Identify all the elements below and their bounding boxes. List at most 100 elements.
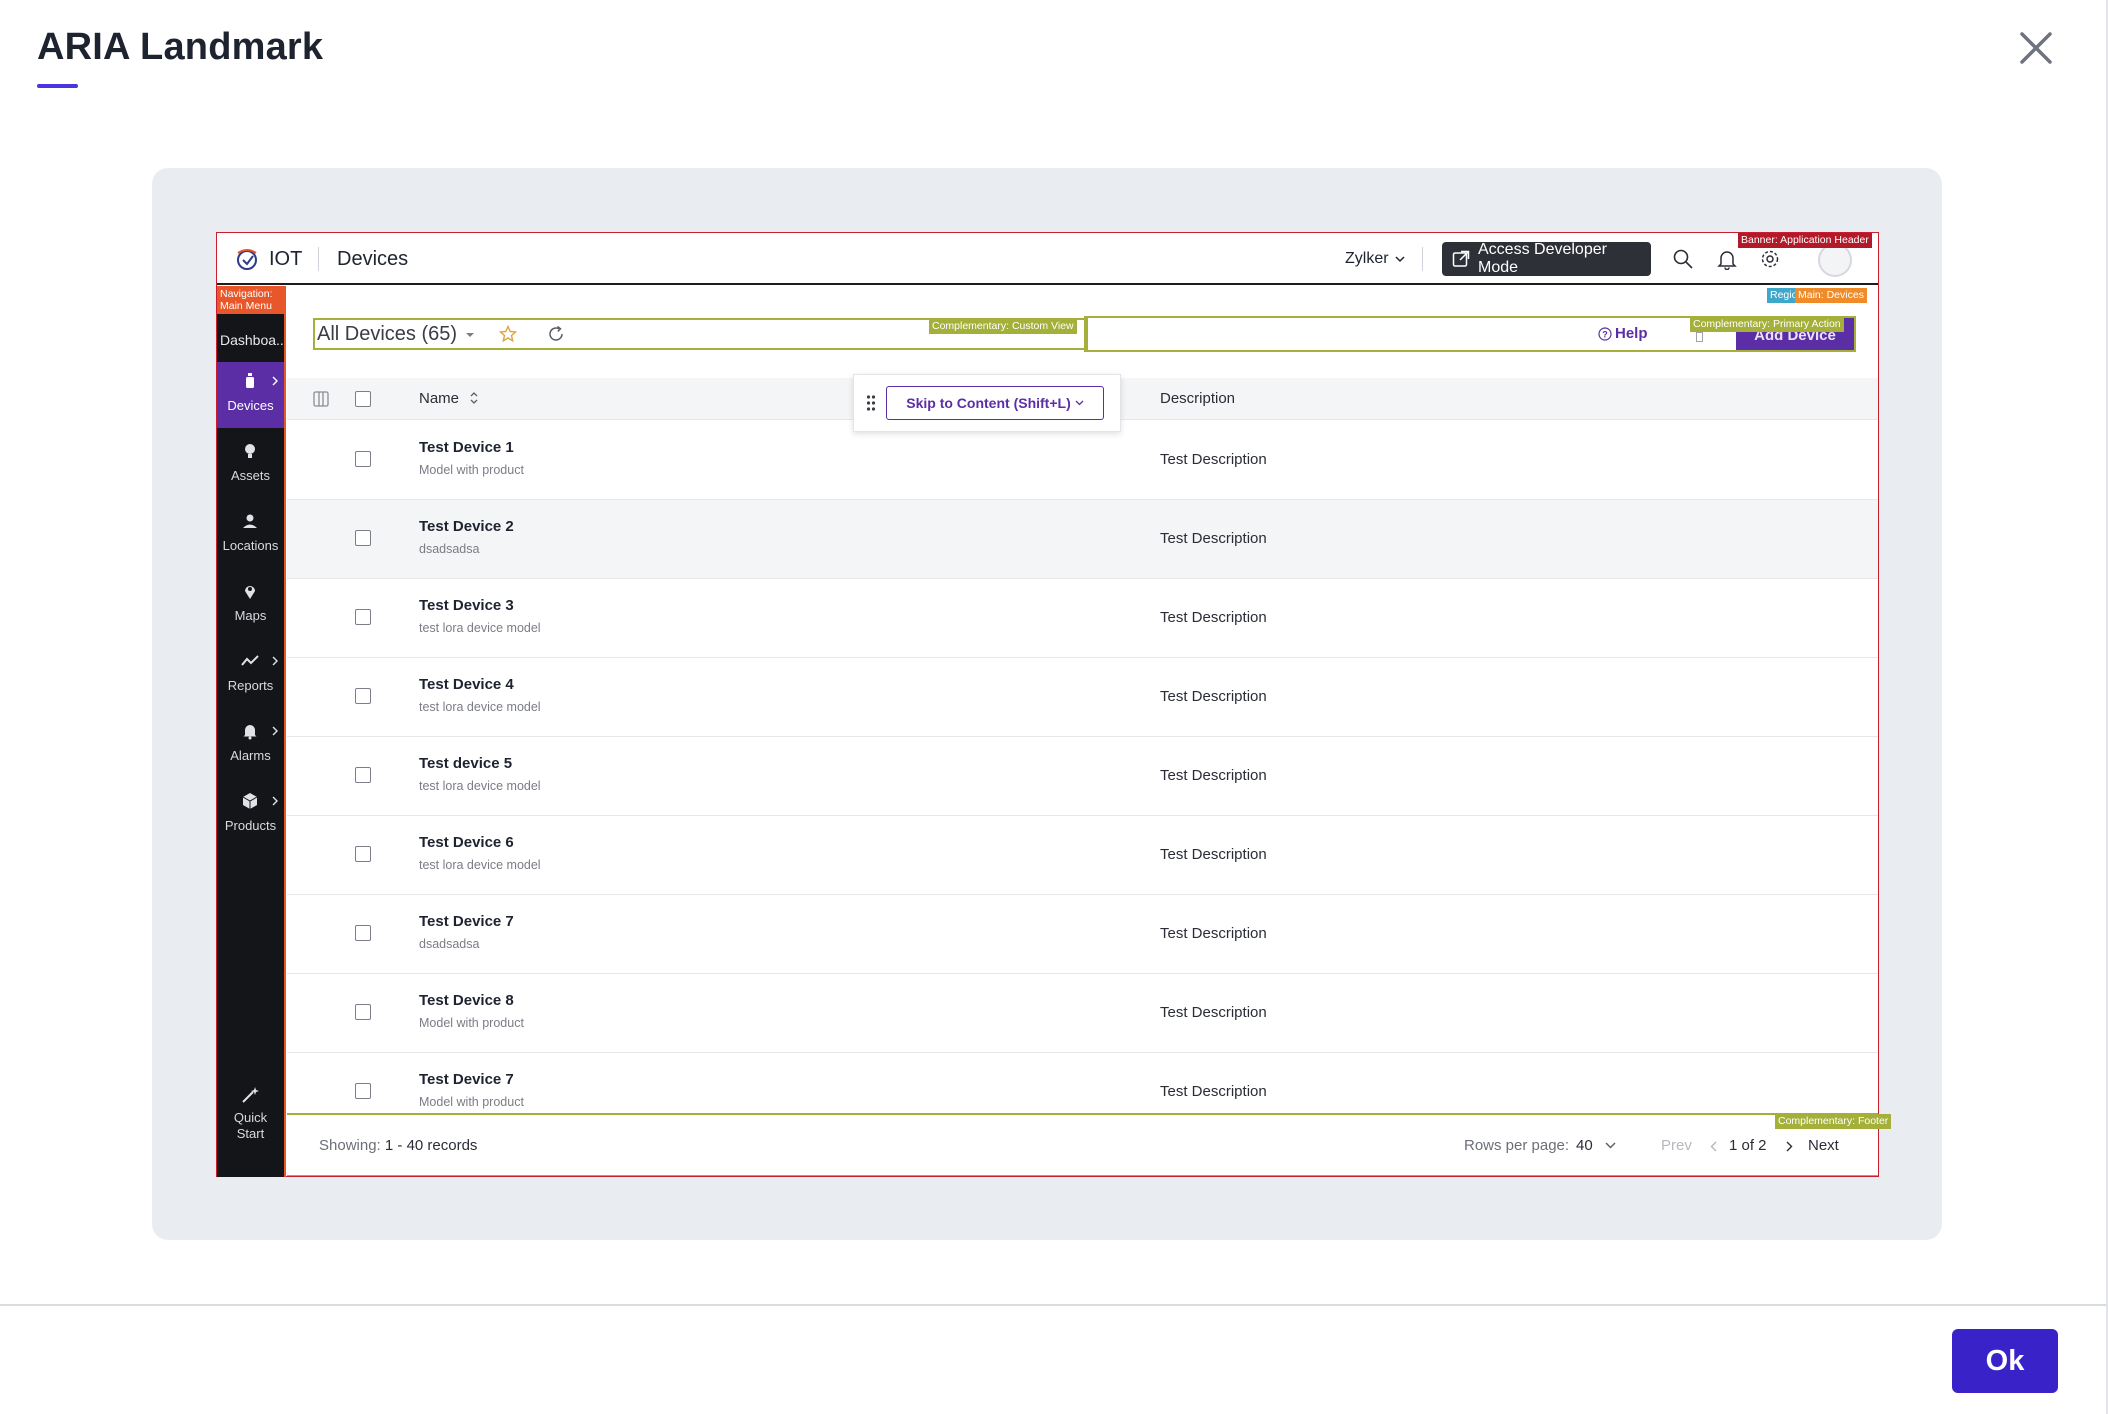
device-description: Test Description — [1160, 1083, 1267, 1100]
device-model: Model with product — [419, 1016, 524, 1030]
device-model: test lora device model — [419, 700, 541, 714]
row-checkbox[interactable] — [355, 451, 371, 467]
sidebar-item-assets[interactable]: Assets — [217, 432, 284, 498]
sidebar-nav: Navigation: Main Menu Dashboa... Devices… — [217, 286, 286, 1177]
chevron-down-icon — [1075, 400, 1084, 406]
columns-icon[interactable] — [313, 391, 329, 407]
row-checkbox[interactable] — [355, 1004, 371, 1020]
app-page-name: Devices — [337, 248, 409, 270]
table-row[interactable]: Test Device 1 Model with product Test De… — [287, 421, 1878, 500]
device-description: Test Description — [1160, 925, 1267, 942]
sidebar-item-label: Devices — [227, 398, 274, 413]
table-row[interactable]: Test device 5 test lora device model Tes… — [287, 737, 1878, 816]
developer-mode-button[interactable]: Access Developer Mode — [1442, 241, 1651, 276]
bell-icon[interactable] — [1716, 248, 1738, 270]
column-header-name[interactable]: Name — [419, 390, 459, 407]
device-name[interactable]: Test Device 4 — [419, 676, 514, 693]
device-name[interactable]: Test Device 2 — [419, 518, 514, 535]
select-all-checkbox[interactable] — [355, 391, 371, 407]
landmark-tag-custom-view: Complementary: Custom View — [929, 319, 1077, 334]
chevron-down-icon[interactable] — [1605, 1142, 1616, 1149]
sidebar-item-maps[interactable]: Maps — [217, 572, 284, 638]
org-switcher[interactable]: Zylker — [1345, 250, 1389, 268]
sidebar-item-label: Reports — [227, 678, 274, 693]
sidebar-item-label: Alarms — [230, 748, 271, 763]
skip-to-content-button[interactable]: Skip to Content (Shift+L) — [886, 386, 1104, 420]
help-link[interactable]: ? Help — [1598, 325, 1648, 342]
external-link-icon — [1452, 250, 1470, 267]
quick-start-line1: Quick — [233, 1110, 268, 1125]
row-checkbox[interactable] — [355, 1083, 371, 1099]
device-name[interactable]: Test device 5 — [419, 755, 512, 772]
search-icon[interactable] — [1672, 248, 1694, 270]
sidebar-item-alarms[interactable]: Alarms — [217, 712, 284, 778]
sidebar-item-label: Maps — [234, 608, 267, 623]
sidebar-item-devices[interactable]: Devices — [217, 362, 284, 428]
gear-icon[interactable] — [1759, 248, 1781, 270]
device-name[interactable]: Test Device 8 — [419, 992, 514, 1009]
table-row[interactable]: Test Device 7 dsadsadsa Test Description — [287, 895, 1878, 974]
row-checkbox[interactable] — [355, 925, 371, 941]
close-button[interactable] — [2016, 28, 2056, 68]
row-checkbox[interactable] — [355, 846, 371, 862]
device-model: test lora device model — [419, 779, 541, 793]
close-icon — [2020, 32, 2052, 64]
row-checkbox[interactable] — [355, 609, 371, 625]
row-checkbox[interactable] — [355, 767, 371, 783]
device-name[interactable]: Test Device 1 — [419, 439, 514, 456]
page-indicator: 1 of 2 — [1729, 1137, 1767, 1154]
device-description: Test Description — [1160, 1004, 1267, 1021]
location-icon — [243, 514, 257, 528]
chevron-right-icon[interactable] — [1786, 1141, 1793, 1152]
sidebar-item-dashboard[interactable]: Dashboa... — [217, 322, 284, 358]
ok-button[interactable]: Ok — [1952, 1329, 2058, 1393]
device-name[interactable]: Test Device 7 — [419, 913, 514, 930]
prev-page-button[interactable]: Prev — [1661, 1137, 1692, 1154]
rows-per-page-select[interactable]: 40 — [1576, 1137, 1593, 1154]
primary-action-region: ? Help Add Device Complementary: Primary… — [1084, 316, 1856, 352]
next-page-button[interactable]: Next — [1808, 1137, 1839, 1154]
table-row[interactable]: Test Device 3 test lora device model Tes… — [287, 579, 1878, 658]
bulb-icon — [245, 444, 255, 458]
box-icon — [242, 793, 258, 809]
table-row[interactable]: Test Device 2 dsadsadsa Test Description — [287, 500, 1878, 579]
device-description: Test Description — [1160, 530, 1267, 547]
row-checkbox[interactable] — [355, 688, 371, 704]
device-name[interactable]: Test Device 3 — [419, 597, 514, 614]
chevron-down-icon — [1395, 256, 1405, 263]
view-title[interactable]: All Devices (65) — [317, 323, 457, 346]
refresh-icon[interactable] — [547, 325, 565, 343]
modal-title: ARIA Landmark — [37, 26, 324, 68]
device-description: Test Description — [1160, 451, 1267, 468]
sidebar-item-locations[interactable]: Locations — [217, 502, 284, 568]
row-checkbox[interactable] — [355, 530, 371, 546]
table-row[interactable]: Test Device 4 test lora device model Tes… — [287, 658, 1878, 737]
sidebar-item-reports[interactable]: Reports — [217, 642, 284, 708]
preview-app: IOT Devices Zylker Access Developer Mode… — [216, 232, 1892, 1177]
device-model: dsadsadsa — [419, 937, 480, 951]
magic-wand-icon — [242, 1087, 259, 1103]
device-model: Model with product — [419, 1095, 524, 1109]
chevron-right-icon — [272, 376, 278, 386]
star-icon[interactable] — [499, 325, 517, 343]
rows-per-page-label: Rows per page: — [1464, 1137, 1570, 1154]
developer-mode-label: Access Developer Mode — [1478, 241, 1607, 276]
avatar[interactable] — [1818, 243, 1852, 277]
table-row[interactable]: Test Device 8 Model with product Test De… — [287, 974, 1878, 1053]
sort-icon[interactable] — [469, 390, 479, 406]
chevron-right-icon — [272, 656, 278, 666]
sidebar-item-label: Assets — [230, 468, 270, 483]
drag-handle-icon[interactable] — [866, 394, 876, 412]
device-name[interactable]: Test Device 7 — [419, 1071, 514, 1088]
sidebar-item-products[interactable]: Products — [217, 782, 284, 848]
caret-down-icon[interactable] — [465, 332, 475, 338]
records-summary: Showing: 1 - 40 records — [319, 1137, 477, 1154]
table-row[interactable]: Test Device 6 test lora device model Tes… — [287, 816, 1878, 895]
device-name[interactable]: Test Device 6 — [419, 834, 514, 851]
chevron-left-icon[interactable] — [1710, 1141, 1717, 1152]
table-row[interactable]: Test Device 7 Model with product Test De… — [287, 1053, 1878, 1113]
device-icon — [246, 373, 254, 388]
app-brand: IOT — [269, 248, 303, 270]
landmark-tag-footer: Complementary: Footer — [1775, 1114, 1892, 1129]
sidebar-item-quick-start[interactable]: Quick Start — [217, 1086, 284, 1156]
